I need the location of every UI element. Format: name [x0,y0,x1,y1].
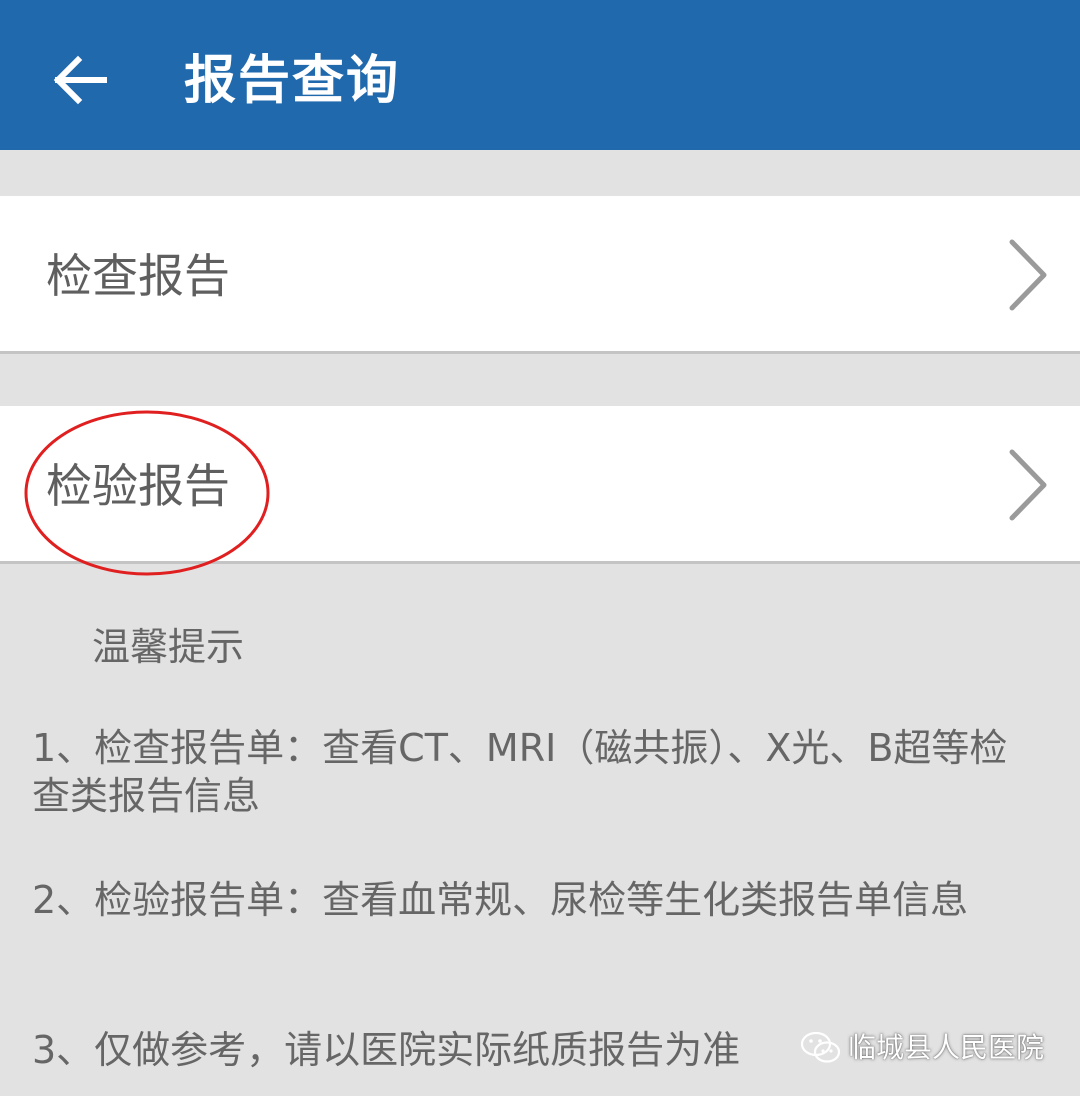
wechat-icon [800,1031,841,1063]
tip-item: 1、检查报告单：查看CT、MRI（磁共振）、X光、B超等检查类报告信息 [32,726,1008,818]
watermark-text: 临城县人民医院 [847,1031,1044,1064]
menu-item-inspection-report[interactable]: 检查报告 [0,196,1080,354]
watermark: 临城县人民医院 [800,1028,1044,1068]
tips-title: 温馨提示 [92,625,245,669]
chevron-right-icon [1009,239,1047,311]
back-button[interactable] [40,40,120,120]
chevron-right-icon [1009,449,1047,521]
menu-item-lab-report[interactable]: 检验报告 [0,406,1080,564]
page-title: 报告查询 [184,51,401,111]
arrow-left-icon [53,55,107,105]
app-bar: 报告查询 [0,0,1080,150]
tip-item: 2、检验报告单：查看血常规、尿检等生化类报告单信息 [32,878,969,922]
menu-item-label: 检查报告 [46,249,230,303]
menu-item-label: 检验报告 [46,459,230,513]
